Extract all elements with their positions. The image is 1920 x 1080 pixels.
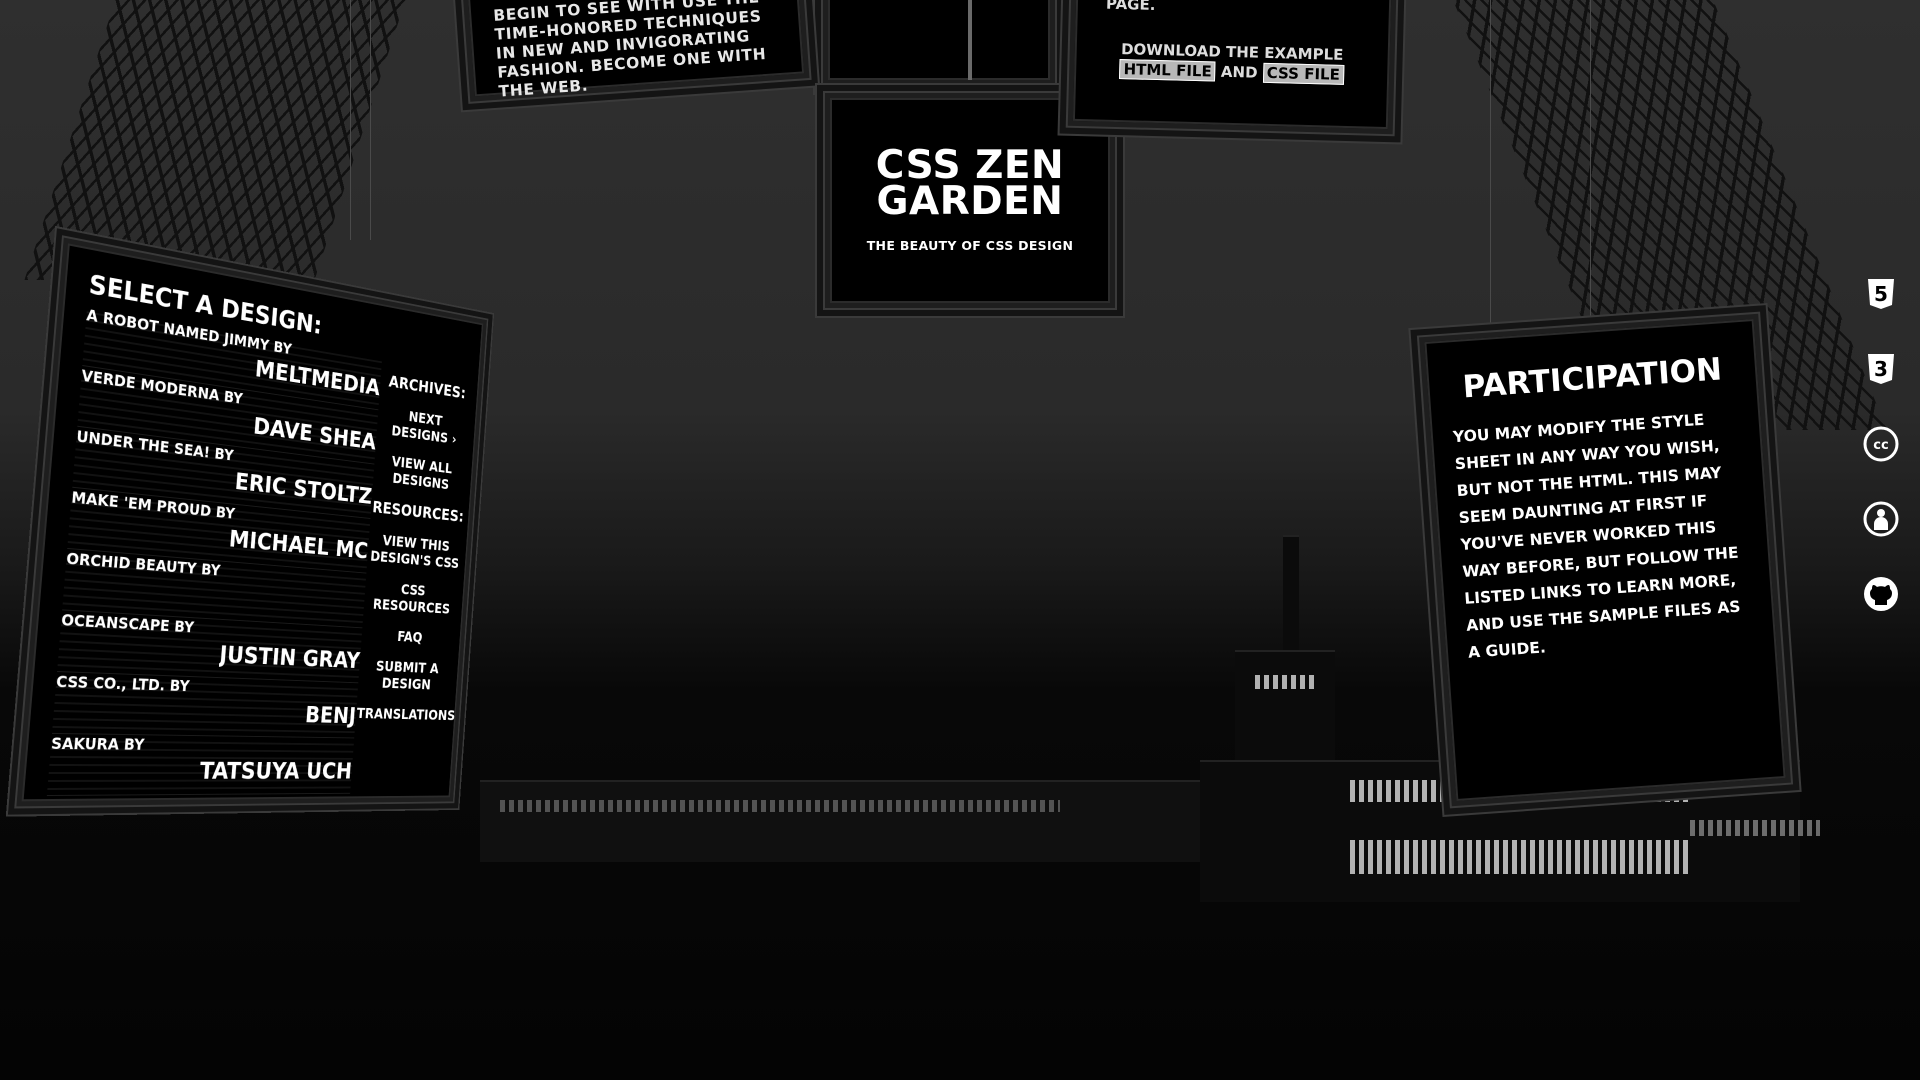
next-designs-link[interactable]: NEXT DESIGNS › [377, 403, 471, 449]
design-author[interactable]: TATSUYA UCH [199, 757, 353, 784]
design-name[interactable]: CSS CO., LTD. BY [56, 672, 191, 695]
github-icon[interactable] [1862, 575, 1900, 613]
factory-windows [500, 800, 1060, 812]
css-file-link[interactable]: CSS FILE [1262, 62, 1345, 85]
page-title: CSS ZEN GARDEN [875, 143, 1065, 224]
translations-link[interactable]: TRANSLATIONS [356, 705, 456, 724]
title-board: CSS ZEN GARDEN THE BEAUTY OF CSS DESIGN [830, 98, 1110, 303]
creative-commons-icon[interactable]: cc [1862, 425, 1900, 463]
resources-heading: RESOURCES: [371, 497, 465, 527]
submit-design-link[interactable]: SUBMIT A DESIGN [358, 657, 453, 694]
svg-text:cc: cc [1873, 438, 1888, 453]
factory-windows [1255, 675, 1315, 689]
design-author[interactable]: JUSTIN GRAY [218, 641, 360, 674]
participation-title: PARTICIPATION [1461, 351, 1724, 406]
design-author[interactable]: BENJ [304, 701, 357, 728]
download-and: AND [1220, 62, 1258, 82]
cable [370, 0, 371, 240]
faq-link[interactable]: FAQ [362, 626, 456, 648]
accessibility-icon[interactable] [1862, 500, 1900, 538]
archives-heading: ARCHIVES: [388, 372, 467, 403]
download-text: DOWNLOAD THE EXAMPLE HTML FILE AND CSS F… [1104, 39, 1360, 86]
design-author[interactable]: DAVE SHEA [252, 412, 377, 455]
participation-text: YOU MAY MODIFY THE STYLE SHEET IN ANY WA… [1452, 410, 1742, 662]
factory-hall-left [480, 780, 1200, 862]
cable [1490, 0, 1491, 330]
svg-text:5: 5 [1874, 282, 1888, 306]
page-tagline: THE BEAUTY OF CSS DESIGN [866, 238, 1074, 253]
cable [350, 0, 351, 240]
html5-icon[interactable]: 5 [1862, 275, 1900, 313]
design-author[interactable]: MICHAEL MC [228, 525, 369, 564]
view-all-designs-link[interactable]: VIEW ALL DESIGNS [374, 451, 468, 495]
factory-windows [1350, 840, 1690, 874]
html-file-link[interactable]: HTML FILE [1119, 59, 1216, 82]
view-css-link[interactable]: VIEW THIS DESIGN'S CSS [368, 530, 463, 572]
download-board: PAGE. DOWNLOAD THE EXAMPLE HTML FILE AND… [1072, 0, 1393, 130]
factory-windows [1690, 820, 1820, 836]
left-crane-tower [24, 0, 406, 280]
css-resources-link[interactable]: CSS RESOURCES [364, 578, 459, 618]
page-word: PAGE. [1105, 0, 1156, 14]
design-author[interactable]: ERIC STOLTZ [234, 467, 373, 509]
design-item[interactable]: SAKURA BY TATSUYA UCH [46, 733, 355, 797]
side-icon-bar: 5 3 cc [1840, 265, 1920, 635]
top-center-board [828, 0, 1050, 80]
design-selection-board: SELECT A DESIGN: A ROBOT NAMED JIMMY BY … [21, 243, 484, 802]
hanging-hook [968, 0, 972, 80]
css3-icon[interactable]: 3 [1862, 350, 1900, 388]
svg-text:3: 3 [1874, 357, 1888, 381]
design-name[interactable]: SAKURA BY [50, 734, 145, 754]
cable [1590, 0, 1591, 320]
design-item[interactable]: CSS CO., LTD. BY BENJ [51, 672, 359, 739]
participation-board: PARTICIPATION YOU MAY MODIFY THE STYLE S… [1424, 319, 1786, 801]
intro-board: BEGIN TO SEE WITH USE THE TIME-HONORED T… [465, 0, 805, 101]
